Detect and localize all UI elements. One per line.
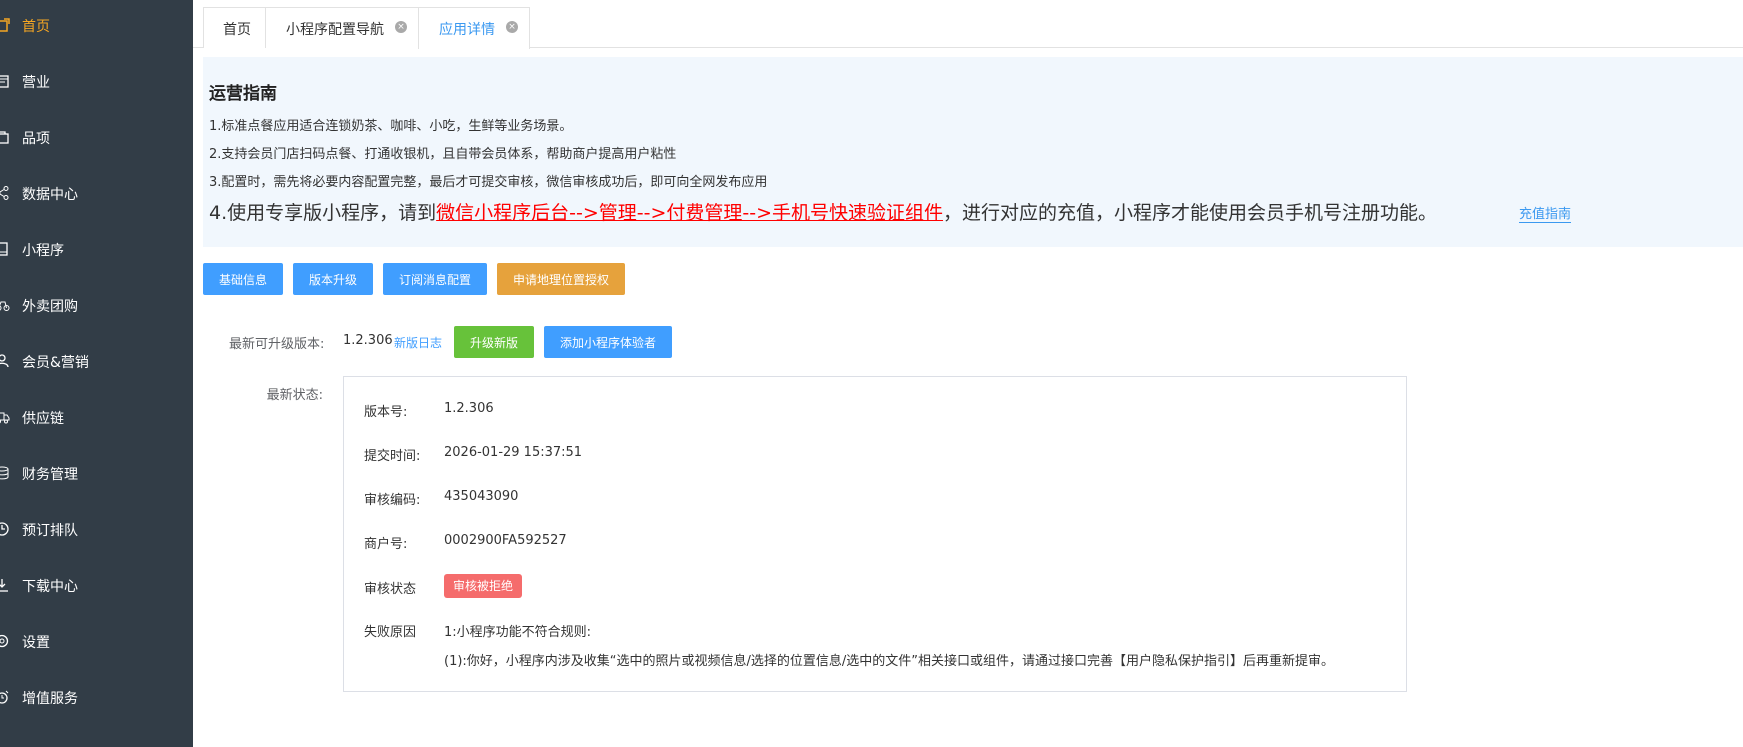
sidebar: 首页 营业 品项 数据中心 小程序 外卖团购 会员&营销 供应链 财务管理 预订…	[0, 0, 193, 747]
bike-icon	[0, 301, 10, 311]
user-icon	[0, 354, 9, 368]
close-icon[interactable]: ×	[506, 21, 518, 33]
guide-title: 运营指南	[209, 84, 277, 104]
fail-reason-detail: (1):你好，小程序内涉及收集“选中的照片或视频信息/选择的位置信息/选中的文件…	[444, 654, 1335, 669]
sidebar-item-label: 下载中心	[22, 579, 78, 595]
sidebar-item-label: 小程序	[22, 243, 64, 259]
home-icon	[0, 18, 10, 32]
sidebar-item-label: 设置	[22, 635, 50, 651]
sidebar-item-label: 首页	[22, 19, 50, 35]
sidebar-item-supply-chain[interactable]: 供应链	[0, 397, 193, 437]
tab-home[interactable]: 首页	[203, 7, 266, 48]
basic-info-button[interactable]: 基础信息	[203, 263, 283, 295]
sidebar-item-data-center[interactable]: 数据中心	[0, 173, 193, 213]
sidebar-item-delivery[interactable]: 外卖团购	[0, 285, 193, 325]
sidebar-item-products[interactable]: 品项	[0, 117, 193, 157]
sidebar-item-label: 预订排队	[22, 523, 78, 539]
sidebar-item-business[interactable]: 营业	[0, 61, 193, 101]
sidebar-item-reservation[interactable]: 预订排队	[0, 509, 193, 549]
calendar-icon	[0, 75, 9, 88]
add-tester-button[interactable]: 添加小程序体验者	[544, 326, 672, 358]
merchant-no-label: 商户号:	[364, 537, 408, 552]
sidebar-item-members[interactable]: 会员&营销	[0, 341, 193, 381]
download-icon	[0, 579, 8, 592]
submit-time-label: 提交时间:	[364, 449, 421, 464]
sidebar-item-miniprogram[interactable]: 小程序	[0, 229, 193, 269]
tab-label: 小程序配置导航	[286, 22, 384, 38]
latest-version-label: 最新可升级版本:	[229, 337, 325, 352]
sidebar-item-finance[interactable]: 财务管理	[0, 453, 193, 493]
latest-status-label: 最新状态:	[266, 388, 323, 403]
close-icon[interactable]: ×	[395, 21, 407, 33]
fail-reason-label: 失败原因	[364, 625, 417, 640]
sidebar-item-settings[interactable]: 设置	[0, 621, 193, 661]
tab-label: 应用详情	[439, 22, 495, 38]
latest-version-value: 1.2.306	[343, 333, 393, 348]
sidebar-item-label: 外卖团购	[22, 299, 78, 315]
coins-icon	[0, 466, 9, 480]
phone-icon	[0, 242, 8, 256]
sidebar-item-label: 数据中心	[22, 187, 78, 203]
tab-bar: 首页 小程序配置导航 × 应用详情 ×	[193, 0, 1743, 49]
bag-icon	[0, 131, 9, 144]
guide-line-highlight: 4.使用专享版小程序，请到微信小程序后台-->管理-->付费管理-->手机号快速…	[209, 198, 1437, 225]
recharge-guide-link[interactable]: 充值指南	[1519, 203, 1572, 223]
guide-line-prefix: 4.使用专享版小程序，请到	[209, 202, 437, 224]
gear-icon	[0, 634, 9, 648]
tab-miniprogram-nav[interactable]: 小程序配置导航 ×	[265, 7, 419, 48]
subscribe-message-button[interactable]: 订阅消息配置	[383, 263, 487, 295]
sidebar-item-label: 供应链	[22, 411, 64, 427]
apply-location-button[interactable]: 申请地理位置授权	[497, 263, 625, 295]
truck-icon	[0, 412, 10, 424]
guide-line: 3.配置时，需先将必要内容配置完整，最后才可提交审核，微信审核成功后，即可向全网…	[209, 175, 768, 190]
sidebar-item-label: 增值服务	[22, 691, 78, 707]
sidebar-item-label: 品项	[22, 131, 50, 147]
version-no-value: 1.2.306	[444, 401, 494, 416]
fail-reason-line: 1:小程序功能不符合规则:	[444, 625, 592, 640]
sidebar-item-downloads[interactable]: 下载中心	[0, 565, 193, 605]
upgrade-button[interactable]: 升级新版	[454, 326, 534, 358]
sidebar-item-home[interactable]: 首页	[0, 5, 193, 45]
status-badge: 审核被拒绝	[444, 574, 523, 598]
status-card: 版本号: 1.2.306 提交时间: 2026-01-29 15:37:51 审…	[343, 376, 1407, 692]
main-content: 首页 小程序配置导航 × 应用详情 × 运营指南 1.标准点餐应用适合连锁奶茶、…	[193, 0, 1743, 747]
guide-line: 1.标准点餐应用适合连锁奶茶、咖啡、小吃，生鲜等业务场景。	[209, 119, 573, 134]
audit-code-value: 435043090	[444, 489, 519, 504]
alarm-icon	[0, 690, 9, 704]
audit-code-label: 审核编码:	[364, 493, 421, 508]
tab-label: 首页	[223, 22, 251, 38]
tab-app-details[interactable]: 应用详情 ×	[418, 7, 530, 49]
merchant-no-value: 0002900FA592527	[444, 533, 567, 548]
version-no-label: 版本号:	[364, 405, 408, 420]
sidebar-item-label: 营业	[22, 75, 50, 91]
guide-path-link[interactable]: 微信小程序后台-->管理-->付费管理-->手机号快速验证组件	[436, 202, 943, 224]
guide-line-suffix: ，进行对应的充值，小程序才能使用会员手机号注册功能。	[943, 202, 1438, 224]
sidebar-item-label: 会员&营销	[22, 355, 89, 371]
version-upgrade-button[interactable]: 版本升级	[293, 263, 373, 295]
submit-time-value: 2026-01-29 15:37:51	[444, 445, 583, 460]
audit-status-label: 审核状态	[364, 582, 417, 597]
sidebar-item-label: 财务管理	[22, 467, 78, 483]
changelog-link[interactable]: 新版日志	[394, 334, 442, 351]
sidebar-item-value-added[interactable]: 增值服务	[0, 677, 193, 717]
operations-guide: 运营指南 1.标准点餐应用适合连锁奶茶、咖啡、小吃，生鲜等业务场景。 2.支持会…	[203, 57, 1743, 247]
clock-icon	[0, 522, 9, 536]
share-icon	[0, 186, 9, 200]
guide-line: 2.支持会员门店扫码点餐、打通收银机，且自带会员体系，帮助商户提高用户粘性	[209, 147, 677, 162]
